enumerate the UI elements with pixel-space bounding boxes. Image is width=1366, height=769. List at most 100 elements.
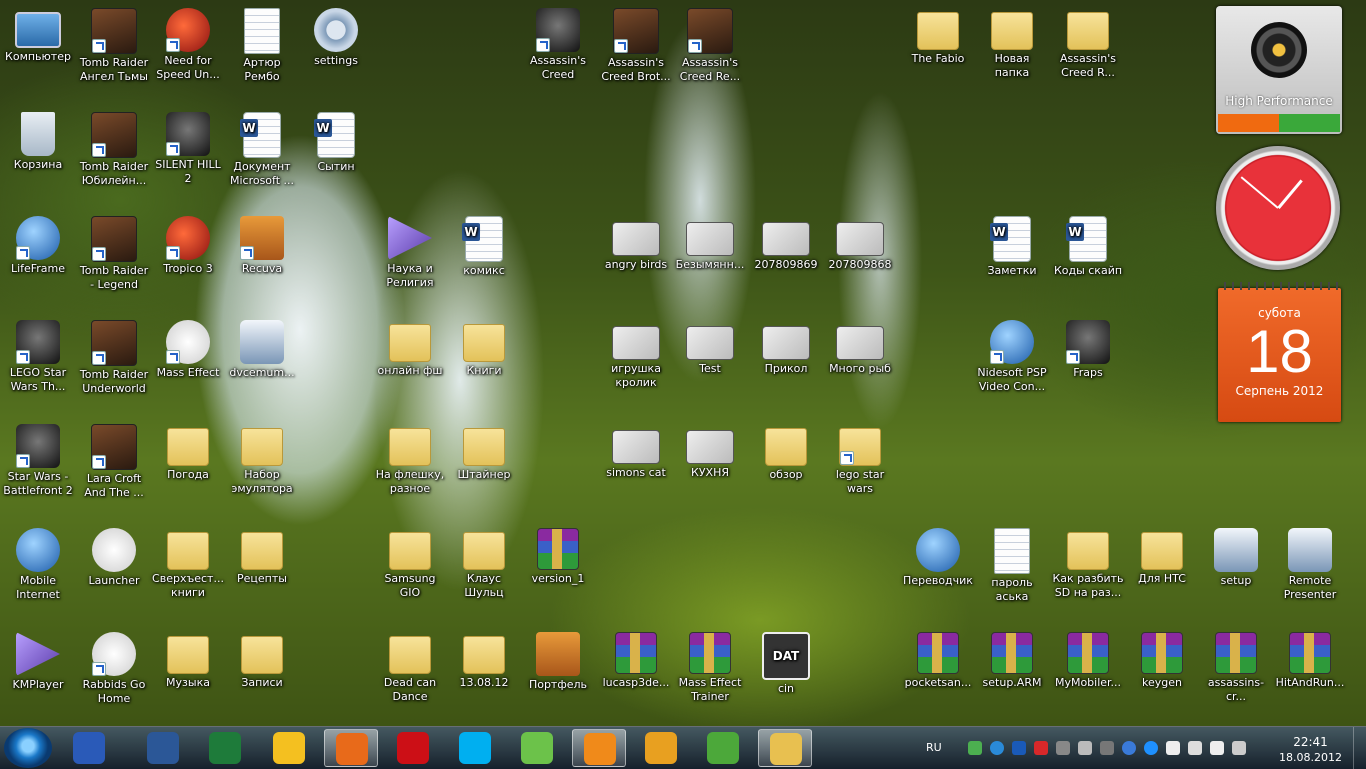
taskbar-button-media-player[interactable]: [572, 729, 626, 767]
device-icon[interactable]: [1100, 741, 1114, 755]
update-icon[interactable]: [1122, 741, 1136, 755]
taskbar-button-word[interactable]: [136, 729, 190, 767]
desktop-icon[interactable]: онлайн фш: [372, 314, 448, 378]
usb-icon[interactable]: [1056, 741, 1070, 755]
desktop-icon[interactable]: Как разбить SD на раз...: [1050, 522, 1126, 600]
taskbar-button-utorrent[interactable]: [696, 729, 750, 767]
desktop-icon[interactable]: Need for Speed Un...: [150, 2, 226, 82]
desktop-icon[interactable]: комикс: [446, 210, 522, 278]
bluetooth-icon[interactable]: [1012, 741, 1026, 755]
desktop-icon[interactable]: Сверхъест... книги: [150, 522, 226, 600]
desktop-icon[interactable]: Assassin's Creed Re...: [672, 2, 748, 84]
desktop-icon[interactable]: Tomb Raider Юбилейн...: [76, 106, 152, 188]
desktop-icon[interactable]: Новая папка: [974, 2, 1050, 80]
desktop-icon[interactable]: settings: [298, 2, 374, 68]
taskbar-button-save-disk[interactable]: [62, 729, 116, 767]
desktop-icon[interactable]: Assassin's Creed: [520, 2, 596, 82]
network-icon[interactable]: [1232, 741, 1246, 755]
desktop-icon[interactable]: Много рыб: [822, 314, 898, 376]
globe-icon[interactable]: [990, 741, 1004, 755]
desktop-icon[interactable]: 13.08.12: [446, 626, 522, 690]
battery-tray-icon[interactable]: [1166, 741, 1180, 755]
desktop-icon[interactable]: Remote Presenter: [1272, 522, 1348, 602]
monitor-icon[interactable]: [1078, 741, 1092, 755]
taskbar-button-google-drive[interactable]: [262, 729, 316, 767]
tray-app-icon[interactable]: [968, 741, 982, 755]
desktop-icon[interactable]: Документ Microsoft ...: [224, 106, 300, 188]
taskbar-button-explorer[interactable]: [758, 729, 812, 767]
taskbar-button-opera[interactable]: [386, 729, 440, 767]
desktop-icon[interactable]: Recuva: [224, 210, 300, 276]
desktop-icon[interactable]: pocketsan...: [900, 626, 976, 690]
start-button[interactable]: [4, 728, 52, 768]
battery-icon[interactable]: [1279, 114, 1340, 132]
desktop-icon[interactable]: simons cat: [598, 418, 674, 480]
desktop-icon[interactable]: HitAndRun...: [1272, 626, 1348, 690]
desktop-icon[interactable]: Assassin's Creed R...: [1050, 2, 1126, 80]
desktop-icon[interactable]: Погода: [150, 418, 226, 482]
desktop-icon[interactable]: LEGO Star Wars Th...: [0, 314, 76, 394]
desktop-icon[interactable]: MyMobiler...: [1050, 626, 1126, 690]
desktop-icon[interactable]: Nidesoft PSP Video Con...: [974, 314, 1050, 394]
desktop-icon[interactable]: DAT cin: [748, 626, 824, 696]
desktop-icon[interactable]: Компьютер: [0, 2, 76, 64]
desktop-icon[interactable]: Rabbids Go Home: [76, 626, 152, 706]
desktop-icon[interactable]: Tomb Raider Underworld: [76, 314, 152, 396]
desktop-icon[interactable]: LifeFrame: [0, 210, 76, 276]
desktop-icon[interactable]: lucasp3de...: [598, 626, 674, 690]
desktop-icon[interactable]: version_1: [520, 522, 596, 586]
desktop-icon[interactable]: 207809869: [748, 210, 824, 272]
desktop-icon[interactable]: Рецепты: [224, 522, 300, 586]
desktop-icon[interactable]: обзор: [748, 418, 824, 482]
desktop-icon[interactable]: Launcher: [76, 522, 152, 588]
desktop-icon[interactable]: игрушка кролик: [598, 314, 674, 390]
clock-readout[interactable]: 22:41 18.08.2012: [1279, 734, 1342, 766]
desktop-icon[interactable]: Fraps: [1050, 314, 1126, 380]
desktop-icon[interactable]: Коды скайп: [1050, 210, 1126, 278]
desktop-icon[interactable]: Набор эмулятора: [224, 418, 300, 496]
desktop-icon[interactable]: lego star wars: [822, 418, 898, 496]
desktop-icon[interactable]: keygen: [1124, 626, 1200, 690]
desktop-icon[interactable]: Samsung GIO: [372, 522, 448, 600]
volume-icon[interactable]: [1210, 741, 1224, 755]
signal-icon[interactable]: [1188, 741, 1202, 755]
language-indicator[interactable]: RU: [926, 741, 942, 754]
desktop-icon[interactable]: KMPlayer: [0, 626, 76, 692]
taskbar-button-excel[interactable]: [198, 729, 252, 767]
desktop-icon[interactable]: На флешку, разное: [372, 418, 448, 496]
skype-tray-icon[interactable]: [1144, 741, 1158, 755]
desktop-icon[interactable]: Test: [672, 314, 748, 376]
desktop-icon[interactable]: Записи: [224, 626, 300, 690]
clock-gadget[interactable]: [1216, 146, 1340, 270]
desktop-icon[interactable]: Музыка: [150, 626, 226, 690]
taskbar-button-icq[interactable]: [510, 729, 564, 767]
performance-gadget[interactable]: High Performance: [1216, 6, 1342, 134]
desktop-icon[interactable]: Для HTC: [1124, 522, 1200, 586]
desktop-icon[interactable]: Mass Effect: [150, 314, 226, 380]
power-saver-button[interactable]: [1218, 114, 1279, 132]
desktop-icon[interactable]: Переводчик: [900, 522, 976, 588]
desktop-icon[interactable]: Mobile Internet: [0, 522, 76, 602]
calendar-gadget[interactable]: субота 18 Серпень 2012: [1218, 282, 1341, 422]
power-plan-bar[interactable]: [1218, 114, 1340, 132]
desktop-icon[interactable]: пароль аська: [974, 522, 1050, 604]
desktop-icon[interactable]: The Fabio: [900, 2, 976, 66]
desktop-icon[interactable]: Безымянн...: [672, 210, 748, 272]
desktop-icon[interactable]: Tropico 3: [150, 210, 226, 276]
desktop-icon[interactable]: Assassin's Creed Brot...: [598, 2, 674, 84]
desktop-icon[interactable]: Star Wars - Battlefront 2: [0, 418, 76, 498]
desktop-icon[interactable]: assassins-cr...: [1198, 626, 1274, 704]
desktop-icon[interactable]: Tomb Raider - Legend: [76, 210, 152, 292]
taskbar-button-winamp[interactable]: [634, 729, 688, 767]
desktop-icon[interactable]: Сытин: [298, 106, 374, 174]
desktop-icon[interactable]: 207809868: [822, 210, 898, 272]
desktop-icon[interactable]: Портфель: [520, 626, 596, 692]
taskbar-button-firefox[interactable]: [324, 729, 378, 767]
desktop-icon[interactable]: Прикол: [748, 314, 824, 376]
desktop-icon[interactable]: setup: [1198, 522, 1274, 588]
desktop-icon[interactable]: Наука и Религия: [372, 210, 448, 290]
desktop-icon[interactable]: angry birds: [598, 210, 674, 272]
desktop-icon[interactable]: Книги: [446, 314, 522, 378]
desktop-icon[interactable]: Заметки: [974, 210, 1050, 278]
desktop-icon[interactable]: Артюр Рембо: [224, 2, 300, 84]
